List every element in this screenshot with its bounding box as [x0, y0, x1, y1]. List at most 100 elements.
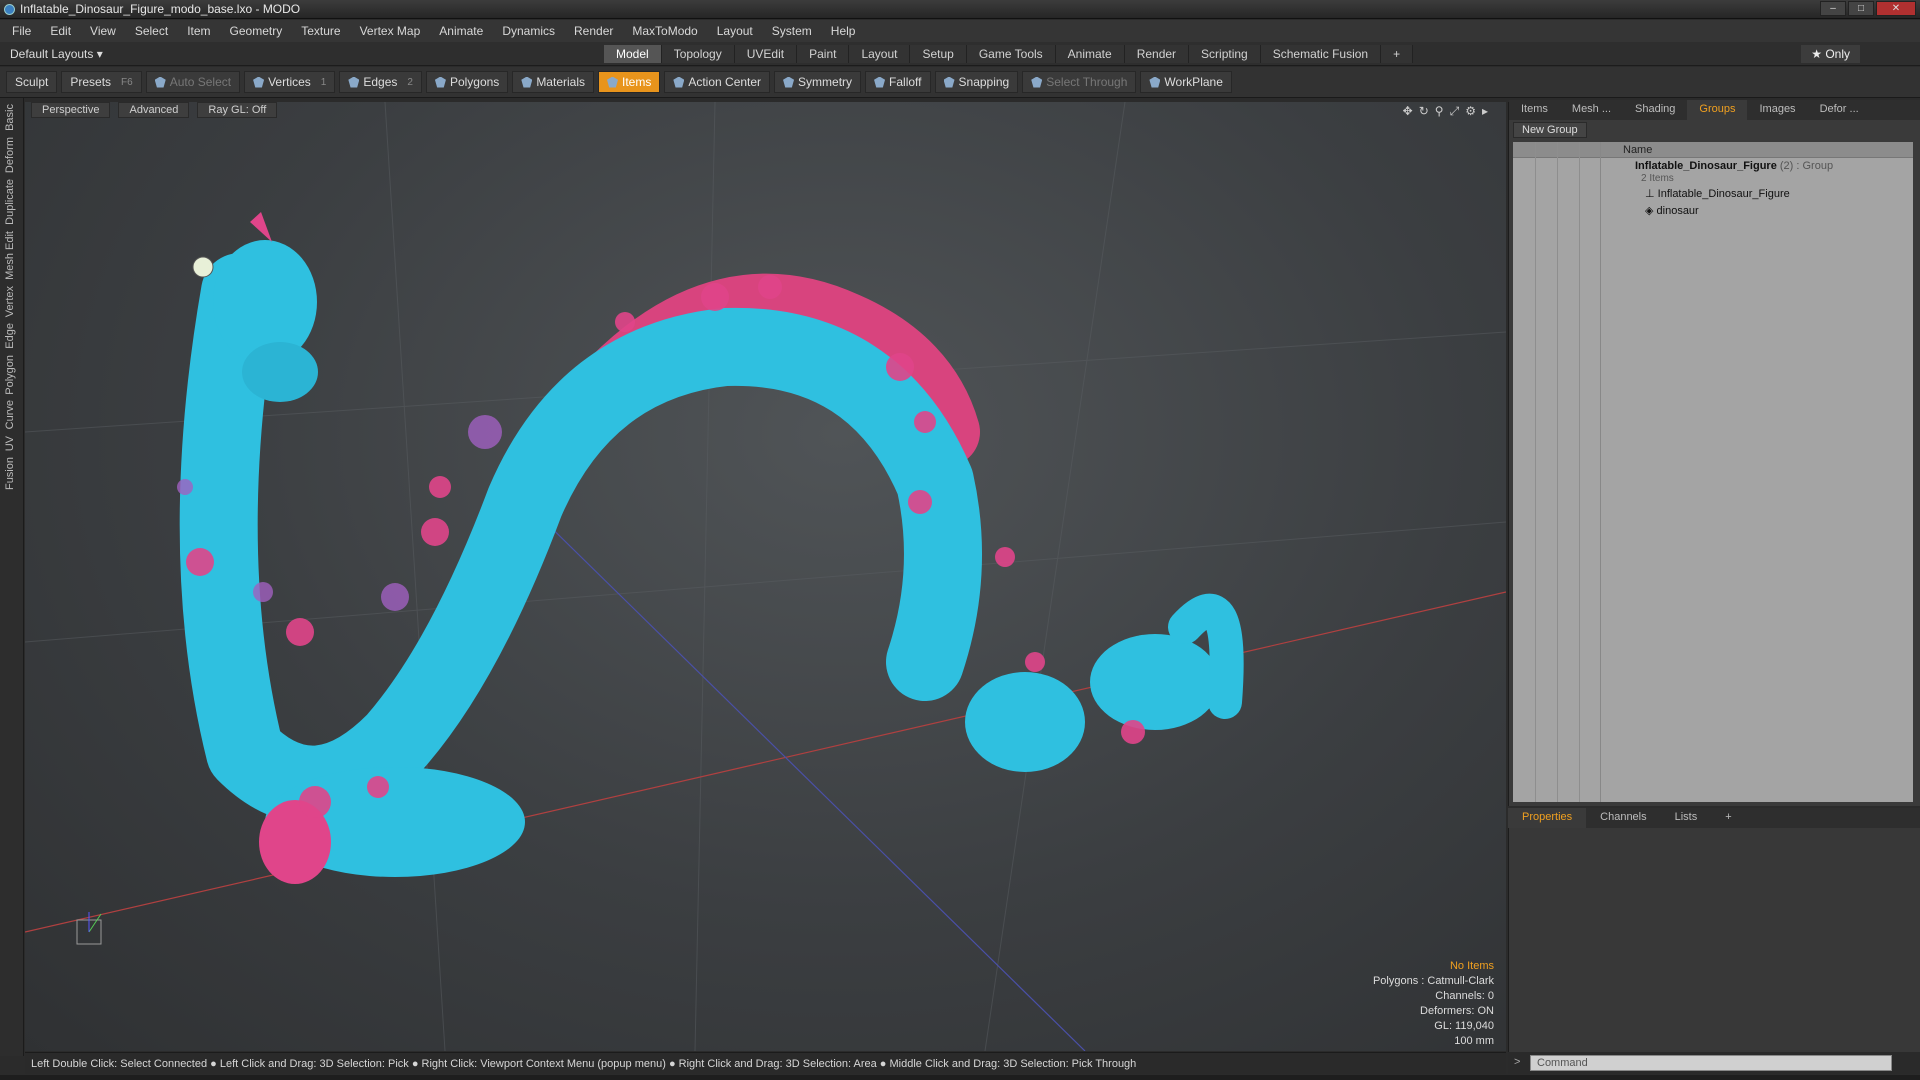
menu-render[interactable]: Render: [574, 24, 613, 38]
tab-channels[interactable]: Channels: [1586, 808, 1660, 828]
items-button[interactable]: Items: [598, 71, 661, 93]
side-tab-fusion[interactable]: Fusion: [4, 457, 20, 490]
menu-edit[interactable]: Edit: [50, 24, 71, 38]
menu-geometry[interactable]: Geometry: [230, 24, 283, 38]
falloff-button[interactable]: Falloff: [865, 71, 931, 93]
auto-select-button[interactable]: Auto Select: [145, 71, 241, 93]
tab-shading[interactable]: Shading: [1623, 100, 1687, 120]
tab-items[interactable]: Items: [1509, 100, 1560, 120]
tab-model[interactable]: Model: [604, 45, 662, 63]
tab-deformers[interactable]: Defor ...: [1808, 100, 1871, 120]
tab-mesh[interactable]: Mesh ...: [1560, 100, 1623, 120]
child-item-figure: Inflatable_Dinosaur_Figure: [1657, 188, 1790, 200]
tab-topology[interactable]: Topology: [661, 45, 735, 63]
menu-file[interactable]: File: [12, 24, 31, 38]
3d-viewport[interactable]: Perspective Advanced Ray GL: Off ✥ ↻ ⚲ ⤢…: [25, 102, 1506, 1051]
layout-selector[interactable]: Default Layouts ▾: [10, 47, 103, 61]
group-suffix: (2) : Group: [1779, 160, 1834, 172]
raygl-toggle[interactable]: Ray GL: Off: [197, 102, 278, 118]
maximize-button[interactable]: □: [1848, 1, 1874, 16]
chevron-right-icon[interactable]: ▸: [1482, 104, 1488, 119]
edges-label: Edges: [363, 75, 398, 89]
list-item[interactable]: ⊥ Inflatable_Dinosaur_Figure: [1513, 186, 1913, 203]
tab-layout[interactable]: Layout: [849, 45, 911, 63]
menu-animate[interactable]: Animate: [439, 24, 483, 38]
tab-animate[interactable]: Animate: [1055, 45, 1125, 63]
presets-button[interactable]: Presets F6: [61, 71, 142, 93]
tab-uvedit[interactable]: UVEdit: [734, 45, 798, 63]
view-perspective-button[interactable]: Perspective: [31, 102, 111, 118]
add-panel-tab-button[interactable]: +: [1711, 808, 1745, 828]
menu-item[interactable]: Item: [187, 24, 210, 38]
tab-lists[interactable]: Lists: [1661, 808, 1712, 828]
menu-help[interactable]: Help: [831, 24, 856, 38]
polygons-button[interactable]: Polygons: [425, 71, 509, 93]
side-tab-polygon[interactable]: Polygon: [4, 355, 20, 395]
tab-setup[interactable]: Setup: [910, 45, 967, 63]
snapping-icon: [943, 76, 955, 88]
tab-scripting[interactable]: Scripting: [1189, 45, 1261, 63]
sculpt-label: Sculpt: [15, 75, 49, 89]
tab-groups[interactable]: Groups: [1687, 100, 1748, 120]
tab-schematic-fusion[interactable]: Schematic Fusion: [1260, 45, 1382, 63]
bottom-edge: [0, 1075, 1920, 1080]
properties-panel: [1508, 828, 1920, 1052]
select-through-button[interactable]: Select Through: [1022, 71, 1137, 93]
close-button[interactable]: ✕: [1876, 1, 1916, 16]
menu-dynamics[interactable]: Dynamics: [502, 24, 555, 38]
window-title: Inflatable_Dinosaur_Figure_modo_base.lxo…: [20, 2, 301, 16]
fit-icon[interactable]: ⤢: [1450, 104, 1460, 119]
vertices-button[interactable]: Vertices 1: [244, 71, 336, 93]
tab-render[interactable]: Render: [1124, 45, 1190, 63]
menu-view[interactable]: View: [90, 24, 116, 38]
side-tab-curve[interactable]: Curve: [4, 400, 20, 429]
view-advanced-button[interactable]: Advanced: [118, 102, 190, 118]
side-tab-basic[interactable]: Basic: [4, 104, 20, 131]
app-icon: [4, 4, 15, 15]
menu-texture[interactable]: Texture: [301, 24, 340, 38]
vertices-count: 1: [320, 76, 327, 88]
action-center-label: Action Center: [688, 75, 762, 89]
menu-select[interactable]: Select: [135, 24, 168, 38]
pan-icon[interactable]: ✥: [1403, 104, 1413, 119]
zoom-icon[interactable]: ⚲: [1435, 104, 1444, 119]
tab-game-tools[interactable]: Game Tools: [966, 45, 1056, 63]
new-group-button[interactable]: New Group: [1513, 122, 1587, 138]
tab-paint[interactable]: Paint: [797, 45, 850, 63]
tab-properties[interactable]: Properties: [1508, 808, 1587, 828]
menu-maxtomodo[interactable]: MaxToModo: [632, 24, 697, 38]
side-tab-mesh-edit[interactable]: Mesh Edit: [4, 231, 20, 280]
rotate-icon[interactable]: ↻: [1419, 104, 1429, 119]
vertices-icon: [253, 76, 265, 88]
group-row[interactable]: Inflatable_Dinosaur_Figure (2) : Group 2…: [1513, 158, 1913, 186]
presets-label: Presets: [70, 75, 112, 89]
z-axis-line: [524, 501, 1086, 1051]
action-center-button[interactable]: Action Center: [664, 71, 771, 93]
side-tab-vertex[interactable]: Vertex: [4, 286, 20, 317]
minimize-button[interactable]: –: [1820, 1, 1846, 16]
gear-icon[interactable]: ⚙: [1465, 104, 1476, 119]
command-input[interactable]: Command: [1530, 1055, 1892, 1071]
falloff-label: Falloff: [889, 75, 922, 89]
sculpt-button[interactable]: Sculpt: [6, 71, 58, 93]
menu-vertex-map[interactable]: Vertex Map: [360, 24, 421, 38]
title-bar: Inflatable_Dinosaur_Figure_modo_base.lxo…: [0, 0, 1920, 19]
menu-layout[interactable]: Layout: [717, 24, 753, 38]
snapping-button[interactable]: Snapping: [934, 71, 1019, 93]
add-tab-button[interactable]: +: [1381, 45, 1414, 63]
side-tab-uv[interactable]: UV: [4, 436, 20, 451]
only-toggle[interactable]: ★ Only: [1801, 45, 1860, 63]
tab-images[interactable]: Images: [1747, 100, 1807, 120]
stat-polygons: Polygons : Catmull-Clark: [1372, 975, 1494, 987]
symmetry-button[interactable]: Symmetry: [774, 71, 862, 93]
side-tab-edge[interactable]: Edge: [4, 323, 20, 349]
materials-label: Materials: [536, 75, 585, 89]
menu-system[interactable]: System: [772, 24, 812, 38]
materials-button[interactable]: Materials: [512, 71, 594, 93]
side-tab-duplicate[interactable]: Duplicate: [4, 179, 20, 225]
edges-button[interactable]: Edges 2: [339, 71, 422, 93]
workplane-button[interactable]: WorkPlane: [1140, 71, 1232, 93]
polygons-icon: [434, 76, 446, 88]
side-tab-deform[interactable]: Deform: [4, 137, 20, 173]
list-item[interactable]: ◈ dinosaur: [1513, 203, 1913, 220]
